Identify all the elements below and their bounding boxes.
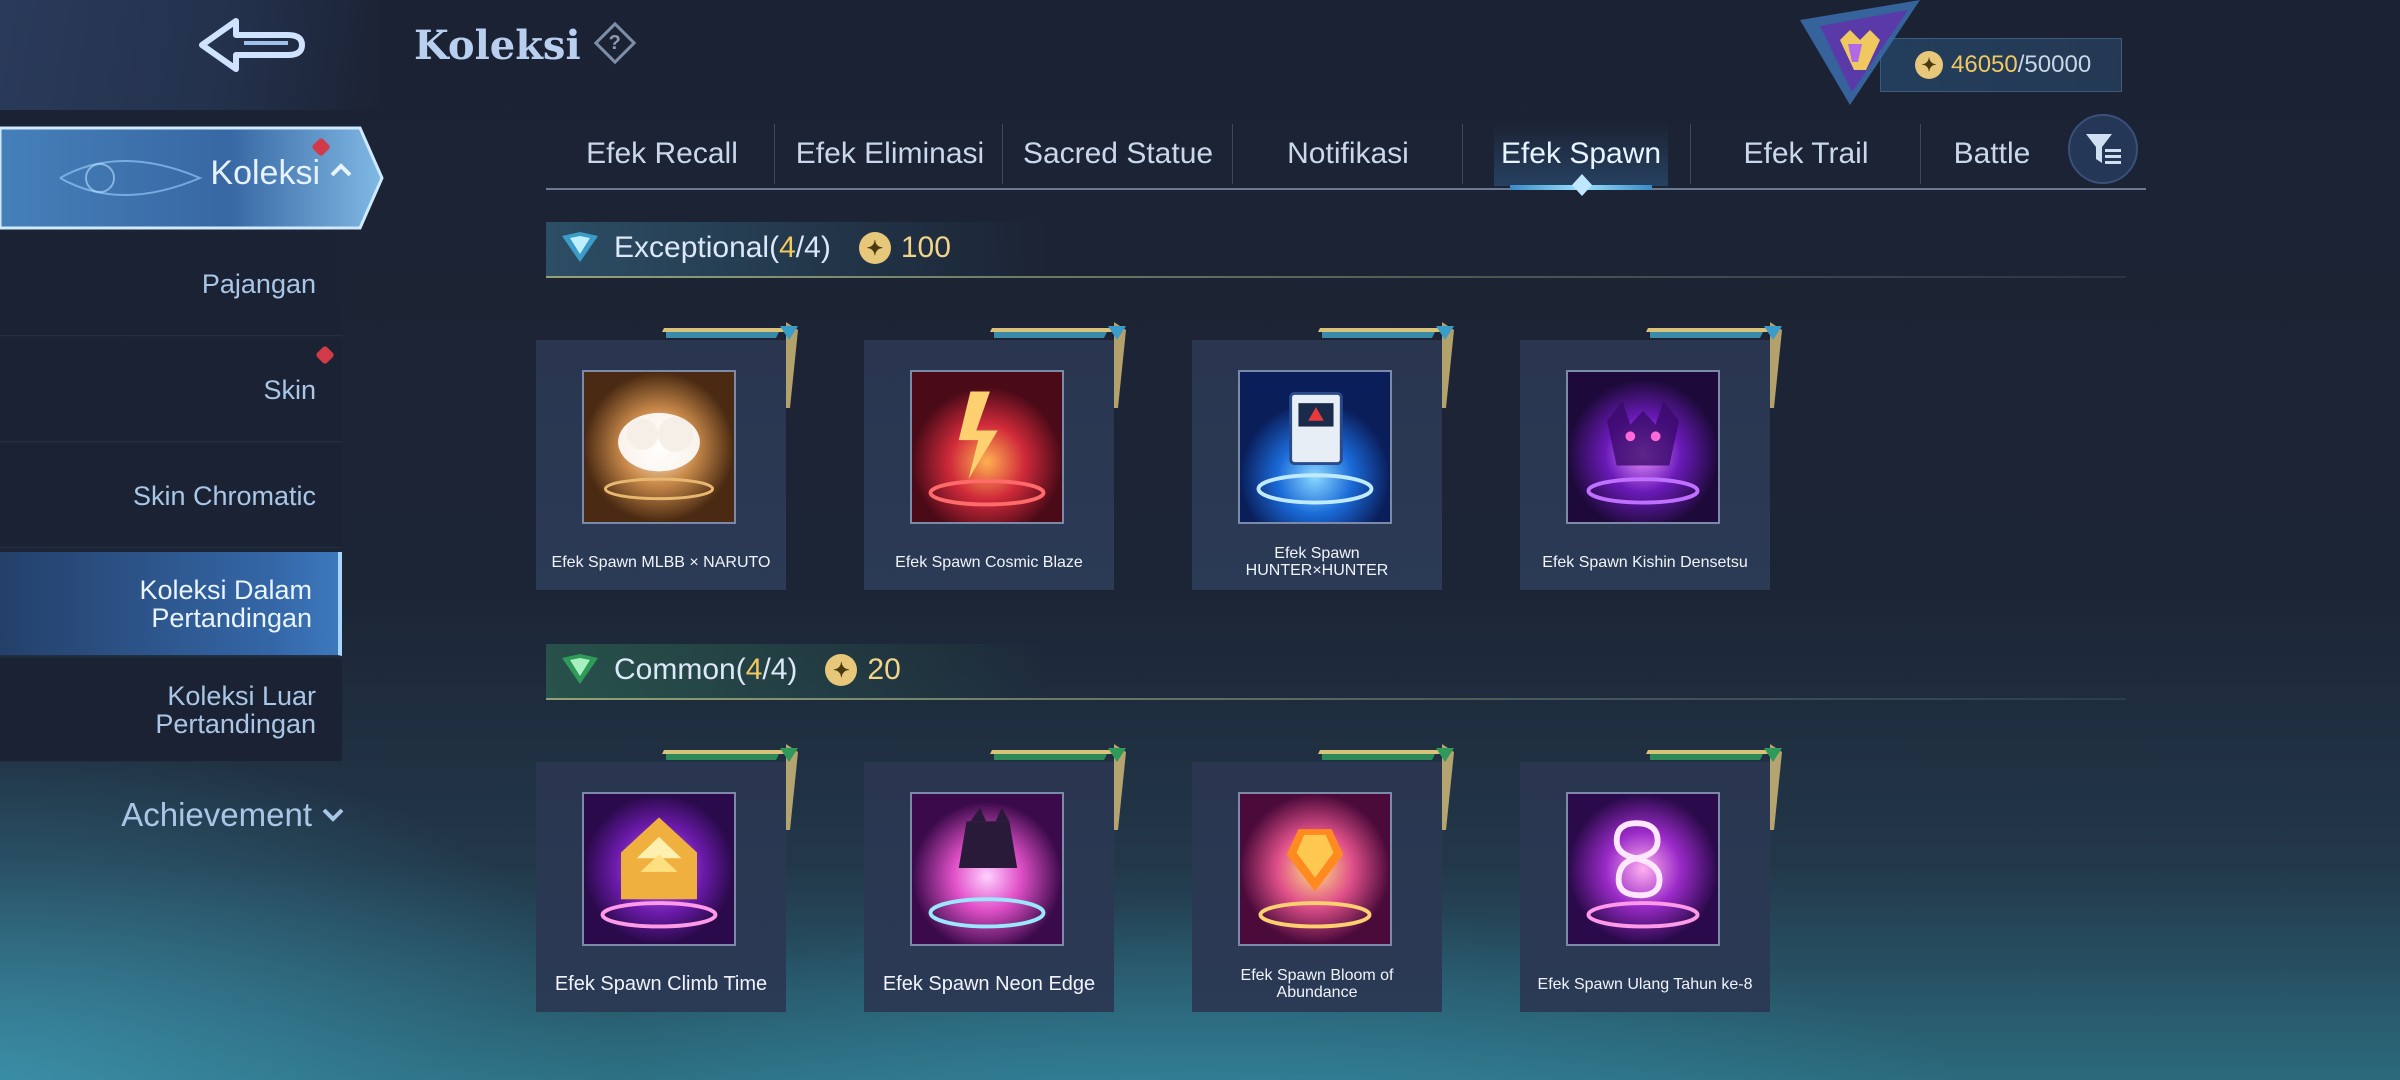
sidebar-achievement-label: Achievement — [121, 796, 312, 833]
sidebar-item-label: Pajangan — [201, 268, 316, 299]
sidebar-item-label: Koleksi Dalam Pertandingan — [139, 574, 312, 633]
sidebar-koleksi-label: Koleksi — [210, 154, 320, 192]
tab-divider — [1462, 124, 1463, 184]
help-icon[interactable]: ? — [592, 20, 638, 66]
kishin-effect-image — [1566, 370, 1720, 524]
chevron-down-icon — [322, 808, 344, 822]
hunter-effect-image — [1238, 370, 1392, 524]
card-name: Efek Spawn Climb Time — [554, 972, 768, 995]
collection-card[interactable]: Efek Spawn Cosmic Blaze — [864, 322, 1126, 590]
filter-button[interactable] — [2068, 114, 2138, 184]
back-arrow-icon — [199, 18, 305, 72]
collection-card[interactable]: Efek Spawn MLBB × NARUTO — [536, 322, 798, 590]
tab-bar: Efek Recall Efek Eliminasi Sacred Statue… — [546, 118, 2146, 190]
card-name: Efek Spawn Bloom of Abundance — [1240, 967, 1394, 1001]
collection-card[interactable]: Efek Spawn Ulang Tahun ke-8 — [1520, 744, 1782, 1012]
sidebar-koleksi[interactable]: Koleksi — [0, 124, 384, 232]
naruto-effect-image — [582, 370, 736, 524]
filter-icon — [2086, 134, 2121, 164]
collection-card[interactable]: Efek Spawn Climb Time — [536, 744, 798, 1012]
points-current: 46050 — [1951, 51, 2018, 78]
back-button[interactable] — [190, 12, 320, 82]
section-title: Common(4/4) — [614, 653, 798, 686]
tab-efek-recall[interactable]: Efek Recall — [548, 122, 776, 186]
cosmic-blaze-effect-image — [910, 370, 1064, 524]
tab-notifikasi[interactable]: Notifikasi — [1234, 122, 1462, 186]
sidebar-item-skin-chromatic[interactable]: Skin Chromatic — [0, 444, 342, 548]
card-name: Efek Spawn Ulang Tahun ke-8 — [1537, 975, 1753, 993]
sidebar-item-pajangan[interactable]: Pajangan — [0, 232, 342, 336]
tab-sacred-statue[interactable]: Sacred Statue — [1004, 122, 1232, 186]
section-common-header: Common(4/4) ✦ 20 — [546, 640, 2126, 700]
tab-divider — [1232, 124, 1233, 184]
common-tier-icon — [562, 654, 598, 684]
sidebar-item-label: Koleksi Luar Pertandingan — [155, 680, 316, 739]
points-max: 50000 — [2024, 51, 2092, 78]
page-title: Koleksi — [414, 22, 581, 69]
sidebar-achievement[interactable]: Achievement — [0, 788, 352, 842]
collection-card[interactable]: Efek Spawn HUNTER×HUNTER — [1192, 322, 1454, 590]
points-separator: / — [2017, 51, 2025, 78]
birthday-effect-image — [1566, 792, 1720, 946]
collection-card[interactable]: Efek Spawn Kishin Densetsu — [1520, 322, 1782, 590]
sidebar-item-label: Skin Chromatic — [132, 480, 316, 511]
sidebar-item-koleksi-luar-pertandingan[interactable]: Koleksi Luar Pertandingan — [0, 658, 342, 762]
points-coin-icon: ✦ — [858, 232, 891, 264]
active-tab-marker-icon — [1572, 174, 1592, 196]
sidebar-active-frame — [0, 126, 384, 230]
section-exceptional-header: Exceptional(4/4) ✦ 100 — [546, 218, 2126, 278]
bloom-effect-image — [1238, 792, 1392, 946]
tab-efek-trail[interactable]: Efek Trail — [1692, 122, 1920, 186]
section-title: Exceptional(4/4) — [614, 231, 831, 264]
neon-edge-effect-image — [910, 792, 1064, 946]
chevron-up-icon — [330, 163, 352, 177]
exceptional-tier-icon — [562, 232, 598, 262]
card-name: Efek Spawn MLBB × NARUTO — [551, 553, 771, 571]
tab-battle[interactable]: Battle — [1922, 122, 2062, 186]
tab-divider — [1002, 124, 1003, 184]
collection-card[interactable]: Efek Spawn Neon Edge — [864, 744, 1126, 1012]
rank-emblem-icon — [1800, 0, 1920, 105]
climb-time-effect-image — [582, 792, 736, 946]
card-name: Efek Spawn Kishin Densetsu — [1542, 553, 1748, 571]
section-points: 100 — [900, 231, 951, 264]
notification-dot — [315, 345, 335, 365]
collection-card[interactable]: Efek Spawn Bloom of Abundance — [1192, 744, 1454, 1012]
sidebar-item-label: Skin — [263, 374, 316, 405]
tab-efek-eliminasi[interactable]: Efek Eliminasi — [776, 122, 1004, 186]
tab-divider — [1920, 124, 1921, 184]
card-name: Efek Spawn HUNTER×HUNTER — [1245, 545, 1389, 579]
sidebar-item-koleksi-dalam-pertandingan[interactable]: Koleksi Dalam Pertandingan — [0, 552, 342, 656]
tab-divider — [774, 124, 775, 184]
section-points: 20 — [867, 653, 901, 686]
card-name: Efek Spawn Cosmic Blaze — [895, 553, 1083, 571]
tab-divider — [1690, 124, 1691, 184]
sidebar-item-skin[interactable]: Skin — [0, 338, 342, 442]
card-name: Efek Spawn Neon Edge — [882, 972, 1096, 995]
